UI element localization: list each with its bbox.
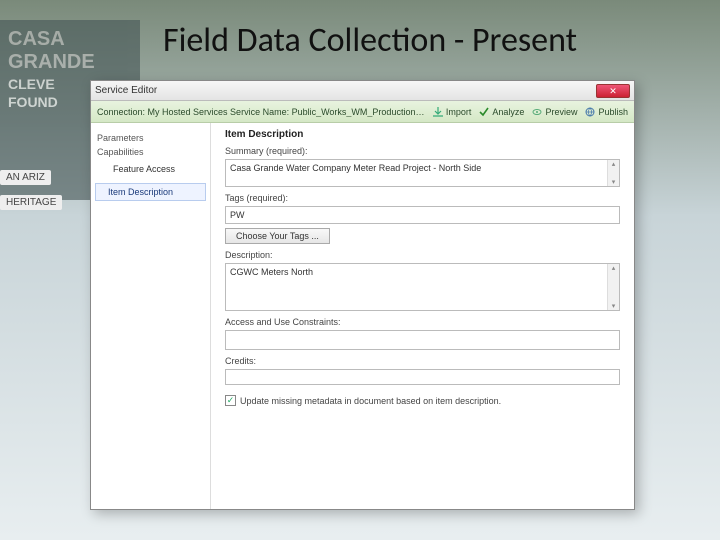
- connection-bar: Connection: My Hosted Services Service N…: [91, 101, 634, 123]
- scroll-up-icon[interactable]: ▴: [612, 264, 616, 272]
- summary-label: Summary (required):: [225, 146, 620, 156]
- credits-label: Credits:: [225, 356, 620, 366]
- scroll-down-icon[interactable]: ▾: [612, 302, 616, 310]
- scrollbar[interactable]: ▴▾: [607, 160, 619, 186]
- close-button[interactable]: ✕: [596, 84, 630, 98]
- titlebar: Service Editor ✕: [91, 81, 634, 101]
- preview-button[interactable]: Preview: [532, 107, 577, 117]
- summary-input[interactable]: Casa Grande Water Company Meter Read Pro…: [225, 159, 620, 187]
- access-label: Access and Use Constraints:: [225, 317, 620, 327]
- window-body: Parameters Capabilities Feature Access I…: [91, 123, 634, 509]
- analyze-label: Analyze: [492, 107, 524, 117]
- sidebar-item-item-description[interactable]: Item Description: [95, 183, 206, 201]
- description-input[interactable]: CGWC Meters North: [225, 263, 620, 311]
- update-metadata-row[interactable]: ✓ Update missing metadata in document ba…: [225, 395, 620, 406]
- sidebar-item-capabilities[interactable]: Capabilities: [97, 147, 204, 157]
- choose-tags-button[interactable]: Choose Your Tags ...: [225, 228, 330, 244]
- description-label: Description:: [225, 250, 620, 260]
- scroll-up-icon[interactable]: ▴: [612, 160, 616, 168]
- sidebar-item-parameters[interactable]: Parameters: [97, 133, 204, 143]
- analyze-button[interactable]: Analyze: [479, 107, 524, 117]
- import-button[interactable]: Import: [433, 107, 472, 117]
- tags-input[interactable]: PW: [225, 206, 620, 224]
- globe-icon: [585, 107, 595, 117]
- import-icon: [433, 107, 443, 117]
- preview-label: Preview: [545, 107, 577, 117]
- check-icon: [479, 107, 489, 117]
- service-editor-window: Service Editor ✕ Connection: My Hosted S…: [90, 80, 635, 510]
- import-label: Import: [446, 107, 472, 117]
- update-metadata-checkbox[interactable]: ✓: [225, 395, 236, 406]
- eye-icon: [532, 107, 542, 117]
- sidebar-item-feature-access[interactable]: Feature Access: [95, 161, 206, 177]
- tags-label: Tags (required):: [225, 193, 620, 203]
- publish-button[interactable]: Publish: [585, 107, 628, 117]
- main-panel: Item Description Summary (required): Cas…: [211, 123, 634, 509]
- connection-text: Connection: My Hosted Services Service N…: [97, 107, 425, 117]
- panel-heading: Item Description: [225, 129, 620, 140]
- access-input[interactable]: [225, 330, 620, 350]
- credits-input[interactable]: [225, 369, 620, 385]
- scrollbar[interactable]: ▴▾: [607, 264, 619, 310]
- sidebar: Parameters Capabilities Feature Access I…: [91, 123, 211, 509]
- background-tag2: HERITAGE: [0, 195, 62, 210]
- window-title: Service Editor: [95, 85, 596, 96]
- scroll-down-icon[interactable]: ▾: [612, 178, 616, 186]
- update-metadata-label: Update missing metadata in document base…: [240, 396, 501, 406]
- background-tag1: AN ARIZ: [0, 170, 51, 185]
- slide-title: Field Data Collection - Present: [80, 20, 660, 61]
- publish-label: Publish: [598, 107, 628, 117]
